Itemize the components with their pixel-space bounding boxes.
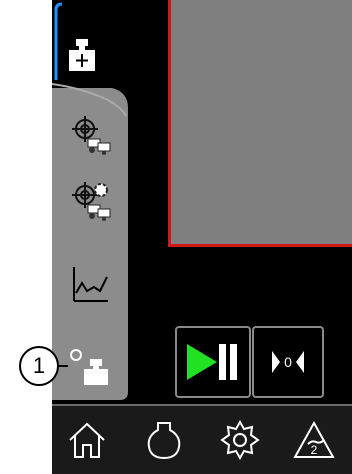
step-left-arrow-icon bbox=[295, 351, 304, 373]
camera-view[interactable] bbox=[168, 0, 352, 247]
triangle-2-icon: 2 bbox=[293, 420, 335, 458]
nav-flask[interactable] bbox=[134, 412, 194, 468]
target-wheels-icon bbox=[72, 116, 111, 155]
tab-target-wheels-gear[interactable] bbox=[52, 168, 128, 234]
triangle-2-label: 2 bbox=[311, 443, 318, 457]
home-icon bbox=[69, 422, 105, 458]
tab-weight-add[interactable] bbox=[52, 22, 112, 88]
tab-weight-status[interactable] bbox=[52, 334, 128, 400]
nav-home[interactable] bbox=[57, 412, 117, 468]
bottom-navigation: 2 bbox=[52, 404, 352, 474]
step-button[interactable]: 0 bbox=[252, 326, 324, 398]
step-count: 0 bbox=[284, 354, 292, 370]
play-pause-button[interactable] bbox=[175, 326, 251, 398]
tab-line-graph[interactable] bbox=[52, 252, 128, 318]
weight-status-icon bbox=[70, 349, 108, 385]
step-right-arrow-icon bbox=[272, 351, 281, 373]
callout-marker: 1 bbox=[19, 346, 59, 386]
flask-icon bbox=[147, 422, 181, 460]
callout-line bbox=[58, 365, 68, 367]
tab-target-wheels[interactable] bbox=[52, 102, 128, 168]
callout-label: 1 bbox=[32, 353, 46, 378]
tab-strip bbox=[52, 0, 128, 400]
weight-add-icon bbox=[69, 39, 95, 71]
nav-triangle-2[interactable]: 2 bbox=[284, 412, 344, 468]
nav-settings[interactable] bbox=[210, 412, 270, 468]
play-pause-icon bbox=[187, 344, 237, 380]
line-graph-icon bbox=[73, 267, 108, 302]
target-wheels-gear-icon bbox=[72, 182, 111, 221]
settings-gear-icon bbox=[220, 420, 260, 460]
